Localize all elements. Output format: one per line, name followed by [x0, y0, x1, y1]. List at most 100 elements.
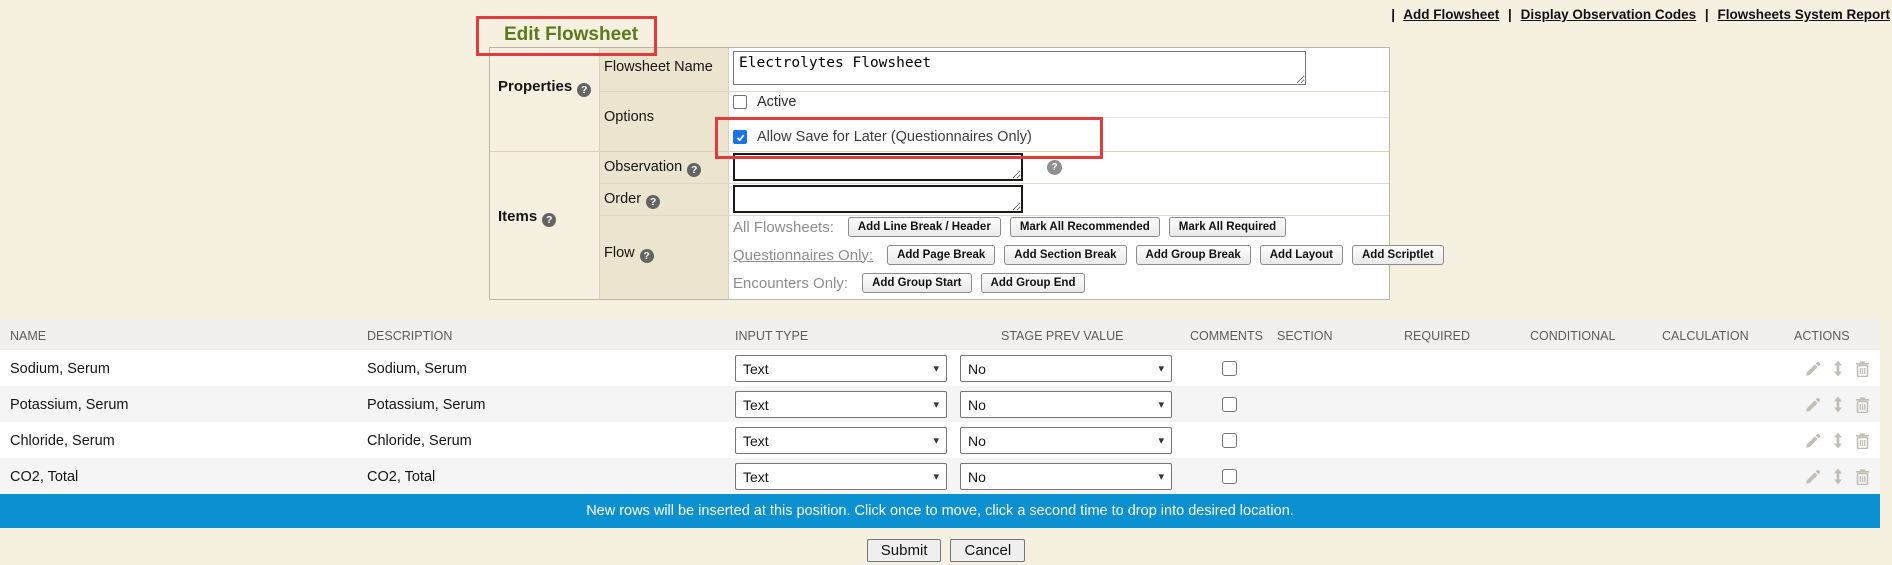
- item-name: CO2, Total: [10, 469, 78, 485]
- delete-icon[interactable]: [1855, 397, 1870, 413]
- delete-icon[interactable]: [1855, 433, 1870, 449]
- edit-icon[interactable]: [1805, 469, 1821, 485]
- stage-prev-value-select[interactable]: No▾: [960, 391, 1172, 418]
- header-required: REQUIRED: [1404, 329, 1470, 343]
- flowsheet-items-table: NAME DESCRIPTION INPUT TYPE STAGE PREV V…: [0, 320, 1880, 494]
- encounters-only-caption: Encounters Only:: [733, 275, 848, 292]
- stage-prev-value-select[interactable]: No▾: [960, 427, 1172, 454]
- input-type-select[interactable]: Text▾: [735, 355, 947, 382]
- edit-icon[interactable]: [1805, 397, 1821, 413]
- stage-prev-value: No: [968, 433, 986, 449]
- observation-input[interactable]: [733, 153, 1023, 181]
- input-type-select[interactable]: Text▾: [735, 391, 947, 418]
- chevron-down-icon: ▾: [1158, 362, 1164, 375]
- observation-label: Observation?: [604, 159, 701, 177]
- comments-checkbox[interactable]: [1222, 397, 1237, 412]
- stage-prev-value-select[interactable]: No ▾: [960, 355, 1172, 382]
- flowsheet-name-input[interactable]: Electrolytes Flowsheet: [733, 51, 1306, 85]
- items-group-text: Items: [498, 208, 537, 225]
- add-scriptlet-button[interactable]: Add Scriptlet: [1352, 245, 1444, 265]
- row-actions: [1805, 468, 1870, 485]
- header-actions: ACTIONS: [1794, 329, 1850, 343]
- row-actions: [1805, 360, 1870, 377]
- table-row: Potassium, Serum Potassium, Serum Text▾ …: [0, 386, 1880, 422]
- move-row-icon[interactable]: [1832, 360, 1844, 377]
- allow-save-option-row: Allow Save for Later (Questionnaires Onl…: [733, 129, 1032, 145]
- chevron-down-icon: ▾: [933, 398, 939, 411]
- stage-prev-value-select[interactable]: No▾: [960, 463, 1172, 490]
- row-divider: [599, 183, 1389, 184]
- help-icon[interactable]: ?: [1047, 160, 1062, 175]
- allow-save-checkbox[interactable]: [733, 130, 747, 144]
- active-option-row: Active: [733, 94, 797, 110]
- header-input-type: INPUT TYPE: [735, 329, 808, 343]
- help-icon[interactable]: ?: [542, 213, 556, 227]
- observation-label-text: Observation: [604, 159, 682, 175]
- allow-save-checkbox-label: Allow Save for Later (Questionnaires Onl…: [757, 129, 1032, 145]
- insert-position-bar[interactable]: New rows will be inserted at this positi…: [0, 494, 1880, 528]
- comments-checkbox[interactable]: [1222, 361, 1237, 376]
- add-layout-button[interactable]: Add Layout: [1260, 245, 1343, 265]
- link-separator: |: [1391, 7, 1395, 22]
- delete-icon[interactable]: [1855, 469, 1870, 485]
- help-icon[interactable]: ?: [640, 249, 654, 263]
- input-type-value: Text: [743, 469, 769, 485]
- add-page-break-button[interactable]: Add Page Break: [887, 245, 995, 265]
- input-type-select[interactable]: Text▾: [735, 427, 947, 454]
- link-display-observation-codes[interactable]: Display Observation Codes: [1521, 7, 1697, 22]
- checkmark-icon: [735, 132, 746, 143]
- item-name: Sodium, Serum: [10, 361, 110, 377]
- table-header-row: NAME DESCRIPTION INPUT TYPE STAGE PREV V…: [0, 320, 1880, 350]
- stage-prev-value: No: [968, 469, 986, 485]
- add-section-break-button[interactable]: Add Section Break: [1004, 245, 1126, 265]
- move-row-icon[interactable]: [1832, 468, 1844, 485]
- help-icon[interactable]: ?: [687, 163, 701, 177]
- order-label-text: Order: [604, 191, 641, 207]
- chevron-down-icon: ▾: [933, 434, 939, 447]
- help-icon[interactable]: ?: [577, 83, 591, 97]
- move-row-icon[interactable]: [1832, 396, 1844, 413]
- input-type-select[interactable]: Text ▾: [735, 463, 947, 490]
- items-group-label: Items?: [498, 208, 556, 227]
- link-add-flowsheet[interactable]: Add Flowsheet: [1403, 7, 1499, 22]
- flow-label: Flow?: [604, 245, 654, 263]
- delete-icon[interactable]: [1855, 361, 1870, 377]
- submit-button[interactable]: Submit: [867, 539, 942, 562]
- add-group-end-button[interactable]: Add Group End: [981, 273, 1086, 293]
- questionnaires-only-caption: Questionnaires Only:: [733, 247, 873, 264]
- cancel-button[interactable]: Cancel: [950, 539, 1025, 562]
- options-label: Options: [604, 109, 654, 125]
- table-row: CO2, Total CO2, Total Text ▾ No▾: [0, 458, 1880, 494]
- comments-checkbox[interactable]: [1222, 469, 1237, 484]
- add-group-break-button[interactable]: Add Group Break: [1136, 245, 1251, 265]
- mark-all-required-button[interactable]: Mark All Required: [1169, 217, 1286, 237]
- edit-icon[interactable]: [1805, 433, 1821, 449]
- add-group-start-button[interactable]: Add Group Start: [862, 273, 971, 293]
- header-conditional: CONDITIONAL: [1530, 329, 1615, 343]
- add-line-break-header-button[interactable]: Add Line Break / Header: [848, 217, 1001, 237]
- active-checkbox[interactable]: [733, 95, 747, 109]
- mark-all-recommended-button[interactable]: Mark All Recommended: [1010, 217, 1160, 237]
- header-section: SECTION: [1277, 329, 1333, 343]
- properties-group-label: Properties?: [498, 78, 591, 97]
- form-footer: Submit Cancel: [0, 539, 1892, 562]
- help-icon[interactable]: ?: [646, 195, 660, 209]
- stage-prev-value: No: [968, 397, 986, 413]
- item-description: Chloride, Serum: [367, 433, 472, 449]
- stage-prev-value: No: [968, 361, 986, 377]
- move-row-icon[interactable]: [1832, 432, 1844, 449]
- row-actions: [1805, 432, 1870, 449]
- item-name: Chloride, Serum: [10, 433, 115, 449]
- all-flowsheets-caption: All Flowsheets:: [733, 219, 834, 236]
- order-input[interactable]: [733, 185, 1023, 213]
- header-comments: COMMENTS: [1190, 329, 1263, 343]
- top-nav-links: | Add Flowsheet | Display Observation Co…: [1386, 7, 1890, 22]
- link-flowsheets-system-report[interactable]: Flowsheets System Report: [1717, 7, 1890, 22]
- header-stage-prev-value: STAGE PREV VALUE: [1001, 329, 1124, 343]
- link-separator: |: [1508, 7, 1512, 22]
- edit-icon[interactable]: [1805, 361, 1821, 377]
- chevron-down-icon: ▾: [933, 470, 939, 483]
- page-title: Edit Flowsheet: [497, 24, 645, 46]
- item-description: CO2, Total: [367, 469, 435, 485]
- comments-checkbox[interactable]: [1222, 433, 1237, 448]
